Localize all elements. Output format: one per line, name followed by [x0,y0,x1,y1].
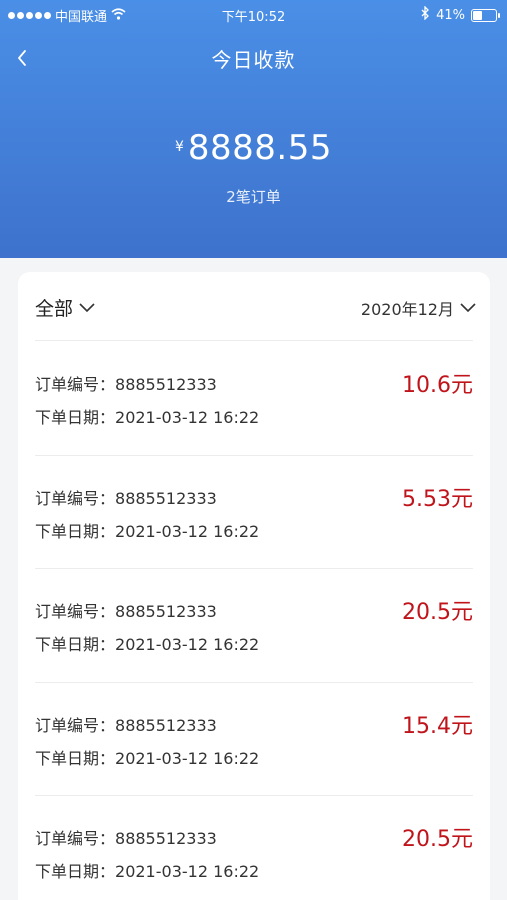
order-number-value: 8885512333 [115,829,217,848]
order-number-line: 订单编号：8885512333 [35,825,217,849]
order-number-label: 订单编号： [35,489,116,508]
order-date-line: 下单日期：2021-03-12 16:22 [35,631,259,655]
order-price: 20.5元 [402,827,473,852]
order-price: 10.6元 [402,373,473,398]
order-price: 20.5元 [402,600,473,625]
chevron-down-icon [460,303,476,313]
order-number-value: 8885512333 [115,489,217,508]
page-title: 今日收款 [211,48,296,72]
status-right: 41% [421,5,500,24]
order-number-label: 订单编号： [35,375,116,394]
order-date-label: 下单日期： [35,749,116,768]
bluetooth-icon [421,5,430,24]
order-row[interactable]: 订单编号：8885512333 下单日期：2021-03-12 16:22 20… [18,568,490,682]
order-date-value: 2021-03-12 16:22 [115,522,260,541]
order-date-value: 2021-03-12 16:22 [115,635,260,654]
order-number-line: 订单编号：8885512333 [35,371,217,395]
battery-icon [471,8,500,22]
order-row[interactable]: 订单编号：8885512333 下单日期：2021-03-12 16:22 15… [18,682,490,796]
category-filter-label: 全部 [35,298,74,320]
battery-percent: 41% [436,7,465,23]
order-row[interactable]: 订单编号：8885512333 下单日期：2021-03-12 16:22 20… [18,795,490,900]
order-date-label: 下单日期： [35,408,116,427]
order-date-line: 下单日期：2021-03-12 16:22 [35,858,259,882]
total-amount: ¥8888.55 [0,128,507,168]
orders-card: 全部 2020年12月 订单编号：8885512333 下单日期：2021-03… [18,272,490,900]
chevron-down-icon [79,302,95,313]
month-filter-label: 2020年12月 [360,300,454,319]
order-number-label: 订单编号： [35,716,116,735]
order-price: 5.53元 [402,487,473,512]
order-number-value: 8885512333 [115,716,217,735]
order-date-line: 下单日期：2021-03-12 16:22 [35,404,259,428]
order-number-label: 订单编号： [35,602,116,621]
order-date-label: 下单日期： [35,522,116,541]
order-number-value: 8885512333 [115,375,217,394]
status-bar: 中国联通 下午10:52 41% [0,0,507,30]
order-date-label: 下单日期： [35,635,116,654]
order-date-value: 2021-03-12 16:22 [115,408,260,427]
order-number-value: 8885512333 [115,602,217,621]
order-number-line: 订单编号：8885512333 [35,598,217,622]
order-number-line: 订单编号：8885512333 [35,485,217,509]
order-date-line: 下单日期：2021-03-12 16:22 [35,518,259,542]
order-number-label: 订单编号： [35,829,116,848]
currency-symbol: ¥ [174,139,184,155]
category-filter-dropdown[interactable]: 全部 [35,294,95,321]
order-row[interactable]: 订单编号：8885512333 下单日期：2021-03-12 16:22 5.… [18,455,490,569]
order-date-value: 2021-03-12 16:22 [115,749,260,768]
order-date-value: 2021-03-12 16:22 [115,862,260,881]
nav-bar: 今日收款 [0,36,507,80]
filter-row: 全部 2020年12月 [18,272,490,340]
order-price: 15.4元 [402,714,473,739]
amount-value: 8888.55 [187,128,333,168]
order-row[interactable]: 订单编号：8885512333 下单日期：2021-03-12 16:22 10… [18,341,490,455]
month-filter-dropdown[interactable]: 2020年12月 [361,296,476,320]
battery-level [473,10,482,20]
order-count: 2笔订单 [226,188,281,206]
order-date-line: 下单日期：2021-03-12 16:22 [35,745,259,769]
header-banner: 中国联通 下午10:52 41% 今日收款 ¥ 8888.55 2笔订单 [0,0,507,258]
order-date-label: 下单日期： [35,862,116,881]
order-number-line: 订单编号：8885512333 [35,712,217,736]
